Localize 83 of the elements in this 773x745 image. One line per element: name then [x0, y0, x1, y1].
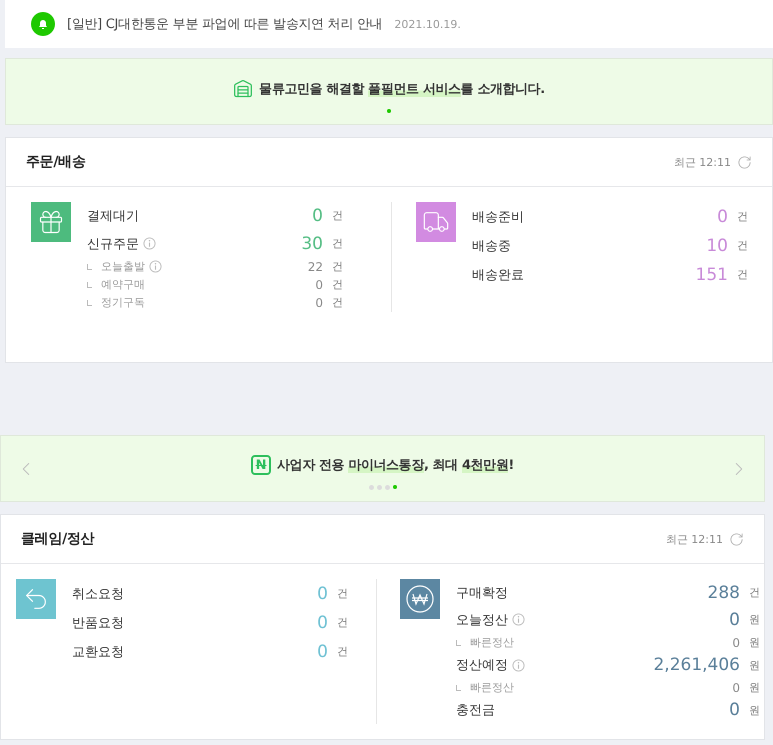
stat-value[interactable]: 0 — [729, 700, 740, 720]
card-title: 클레임/정산 — [21, 530, 94, 548]
stat-value[interactable]: 288 — [708, 582, 740, 603]
stat-unit: 건 — [336, 644, 349, 659]
stat-label: 결제대기 — [87, 208, 139, 225]
stat-value[interactable]: 0 — [317, 642, 328, 662]
promo-banner[interactable]: 물류고민을 해결할 풀필먼트 서비스를 소개합니다. — [5, 58, 773, 125]
pager-dot[interactable] — [387, 108, 391, 112]
stat-label: 오늘출발 — [101, 259, 145, 274]
stat-label: 배송완료 — [472, 266, 524, 284]
indent-icon — [87, 282, 92, 288]
stat-unit: 원 — [748, 702, 761, 718]
stat-unit: 건 — [331, 277, 344, 292]
stat-value[interactable]: 151 — [696, 264, 728, 284]
stat-value[interactable]: 0 — [315, 296, 323, 310]
refresh-icon[interactable] — [737, 154, 752, 170]
stat-unit: 건 — [336, 615, 349, 630]
stat-value[interactable]: 0 — [312, 206, 323, 226]
stat-label: 충전금 — [456, 702, 495, 720]
stat-value[interactable]: 2,261,406 — [653, 655, 740, 676]
stat-unit: 원 — [748, 612, 761, 628]
gift-icon — [31, 202, 71, 242]
stat-value[interactable]: 0 — [317, 612, 328, 632]
stat-unit: 원 — [748, 635, 761, 650]
stat-value[interactable]: 0 — [315, 278, 323, 292]
stat-value[interactable]: 0 — [732, 636, 740, 650]
stat-label: 오늘정산 — [456, 612, 508, 629]
bell-icon — [31, 12, 55, 36]
stat-label: 구매확정 — [456, 584, 508, 602]
warehouse-icon — [233, 78, 254, 98]
stat-unit: 건 — [336, 586, 349, 601]
stat-label: 정기구독 — [101, 295, 145, 310]
indent-icon — [87, 300, 92, 306]
indent-icon — [456, 640, 461, 646]
card-title: 주문/배송 — [26, 153, 86, 171]
stat-label: 배송준비 — [472, 208, 524, 226]
stat-unit: 건 — [331, 236, 344, 252]
stat-label: 교환요청 — [72, 644, 124, 660]
stat-value[interactable]: 30 — [301, 234, 323, 254]
pager-dot[interactable] — [384, 485, 390, 490]
stat-label: 취소요청 — [72, 586, 124, 602]
stat-unit: 건 — [331, 259, 344, 274]
stat-unit: 원 — [748, 680, 761, 696]
stat-unit: 원 — [748, 658, 761, 673]
stat-label: 빠른정산 — [470, 635, 514, 650]
indent-icon — [87, 264, 92, 270]
stat-unit: 건 — [736, 238, 749, 253]
stat-value[interactable]: 0 — [317, 584, 328, 604]
won-icon — [400, 579, 440, 619]
info-icon[interactable] — [143, 237, 156, 250]
indent-icon — [456, 684, 461, 691]
notice-date: 2021.10.19. — [394, 18, 461, 30]
stat-label: 빠른정산 — [470, 680, 514, 696]
stat-label: 예약구매 — [101, 277, 145, 292]
logo-icon: N — [251, 455, 272, 475]
notice-link[interactable]: [일반] CJ대한통운 부분 파업에 따른 발송지연 처리 안내 — [67, 15, 382, 33]
updated-time: 최근 12:11 — [674, 154, 731, 170]
updated-time: 최근 12:11 — [666, 532, 723, 546]
info-icon[interactable] — [512, 658, 525, 672]
info-icon[interactable] — [149, 260, 162, 274]
stat-value[interactable]: 0 — [717, 206, 728, 226]
stat-unit: 건 — [748, 585, 761, 600]
stat-label: 정산예정 — [456, 657, 508, 674]
stat-unit: 건 — [331, 295, 344, 310]
stat-value[interactable]: 10 — [706, 236, 728, 256]
info-icon[interactable] — [512, 613, 525, 626]
stat-unit: 건 — [331, 208, 344, 224]
stat-unit: 건 — [736, 267, 749, 282]
promo-banner[interactable]: N 사업자 전용 마이너스통장, 최대 4천만원! — [0, 435, 765, 502]
banner-text: 사업자 전용 마이너스통장, 최대 4천만원! — [277, 457, 514, 474]
stat-value[interactable]: 22 — [308, 260, 323, 274]
truck-icon — [416, 202, 456, 242]
stat-value[interactable]: 0 — [729, 610, 740, 630]
stat-label: 신규주문 — [87, 236, 139, 253]
stat-label: 반품요청 — [72, 614, 124, 632]
refresh-icon[interactable] — [729, 532, 744, 546]
stat-unit: 건 — [736, 209, 749, 224]
banner-text: 물류고민을 해결할 풀필먼트 서비스를 소개합니다. — [259, 80, 545, 98]
pager-dot[interactable] — [376, 485, 382, 490]
pager-dot[interactable] — [392, 485, 396, 489]
stat-value[interactable]: 0 — [732, 680, 740, 695]
stat-label: 배송중 — [472, 238, 511, 254]
pager-dot[interactable] — [368, 485, 374, 490]
